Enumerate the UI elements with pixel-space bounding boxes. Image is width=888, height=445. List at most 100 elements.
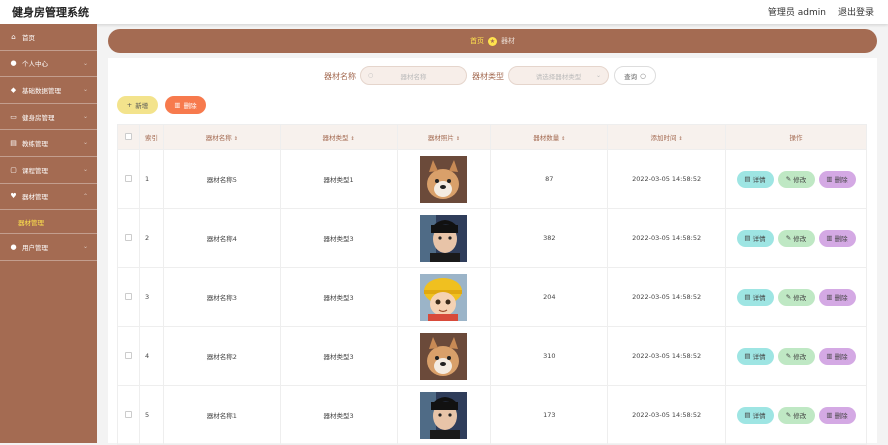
sort-icon: ⇕	[350, 136, 355, 142]
trash-icon: ▥	[174, 101, 181, 109]
pencil-icon: ✎	[785, 411, 792, 419]
search-icon: ○	[640, 71, 646, 80]
equipment-type-placeholder: 请选择器材类型	[535, 72, 582, 81]
row-delete-button[interactable]: ▥ 删除	[818, 229, 856, 247]
sidebar-item-users[interactable]: ● 用户管理 ⌄	[0, 234, 97, 261]
app-title: 健身房管理系统	[12, 6, 89, 19]
col-photo[interactable]: 器材照片 ⇕	[396, 124, 492, 150]
table-row: 2 器材名称4 器材类型3 382 2022-03-05 14:58:52 ▤ 详…	[117, 208, 867, 268]
row-name: 器材名称5	[162, 149, 281, 209]
logout-link[interactable]: 退出登录	[838, 5, 874, 18]
table-row: 5 器材名称1 器材类型3 173 2022-03-05 14:58:52 ▤ 详…	[117, 385, 867, 445]
search-icon: ○	[368, 72, 374, 79]
edit-button[interactable]: ✎ 修改	[777, 406, 815, 424]
sidebar-item-equipment[interactable]: ♥ 器材管理 ⌃	[0, 184, 97, 211]
equipment-name-input[interactable]: ○ 器材名称	[360, 66, 467, 85]
table-header-row: 索引 器材名称 ⇕ 器材类型 ⇕ 器材照片 ⇕ 器材数量 ⇕ 添加时间 ⇕ 操作	[117, 124, 867, 150]
detail-button-label: 详情	[752, 176, 766, 184]
detail-button[interactable]: ▤ 详情	[736, 170, 774, 188]
chevron-down-icon: ⌄	[82, 86, 88, 94]
query-button-label: 查询	[624, 72, 638, 81]
edit-button[interactable]: ✎ 修改	[777, 288, 815, 306]
delete-button[interactable]: ▥ 删除	[165, 96, 206, 114]
add-button[interactable]: + 新增	[117, 96, 158, 114]
row-delete-button-label: 删除	[834, 176, 848, 184]
detail-button[interactable]: ▤ 详情	[736, 406, 774, 424]
trash-icon: ▥	[826, 411, 833, 419]
detail-button-label: 详情	[752, 294, 766, 302]
row-index: 3	[138, 267, 164, 327]
top-bar: 健身房管理系统 管理员 admin 退出登录	[0, 0, 888, 24]
row-name: 器材名称3	[162, 267, 281, 327]
row-delete-button[interactable]: ▥ 删除	[818, 288, 856, 306]
col-type[interactable]: 器材类型 ⇕	[279, 124, 398, 150]
row-type: 器材类型3	[279, 267, 398, 327]
equipment-photo	[420, 391, 468, 439]
row-time: 2022-03-05 14:58:52	[607, 149, 726, 209]
detail-button[interactable]: ▤ 详情	[736, 229, 774, 247]
document-icon: ▤	[744, 175, 751, 183]
row-delete-button[interactable]: ▥ 删除	[818, 347, 856, 365]
row-actions: ▤ 详情 ✎ 修改 ▥ 删除	[725, 208, 867, 268]
edit-button[interactable]: ✎ 修改	[777, 170, 815, 188]
row-index: 5	[138, 385, 164, 445]
select-all-cell	[117, 124, 140, 150]
equipment-photo	[420, 273, 468, 321]
equipment-name-placeholder: 器材名称	[400, 72, 427, 81]
plus-icon: +	[126, 101, 133, 109]
sidebar-item-home[interactable]: ⌂ 首页	[0, 24, 97, 51]
sort-icon: ⇕	[561, 136, 566, 142]
row-time: 2022-03-05 14:58:52	[607, 385, 726, 445]
row-delete-button-label: 删除	[834, 294, 848, 302]
sidebar-item-gym[interactable]: ▭ 健身房管理 ⌄	[0, 104, 97, 131]
query-button[interactable]: 查询 ○	[614, 66, 656, 85]
col-count[interactable]: 器材数量 ⇕	[490, 124, 609, 150]
table-row: 3 器材名称3 器材类型3 204 2022-03-05 14:58:52 ▤ 详…	[117, 267, 867, 327]
sort-icon: ⇕	[455, 136, 461, 142]
detail-button[interactable]: ▤ 详情	[736, 288, 774, 306]
edit-button[interactable]: ✎ 修改	[777, 229, 815, 247]
row-actions: ▤ 详情 ✎ 修改 ▥ 删除	[725, 385, 867, 445]
col-name[interactable]: 器材名称 ⇕	[162, 124, 281, 150]
equipment-photo	[420, 155, 468, 203]
chevron-down-icon: ⌄	[82, 59, 88, 67]
row-checkbox[interactable]	[124, 351, 132, 359]
col-count-label: 器材数量	[533, 134, 560, 142]
sidebar-subitem-equipment[interactable]: 器材管理	[0, 210, 97, 235]
chevron-up-icon: ⌃	[82, 192, 88, 200]
row-select-cell	[117, 149, 140, 209]
select-all-checkbox[interactable]	[124, 132, 132, 140]
row-checkbox[interactable]	[124, 410, 132, 418]
sidebar-item-coach[interactable]: ▤ 教练管理 ⌄	[0, 130, 97, 157]
detail-button[interactable]: ▤ 详情	[736, 347, 774, 365]
breadcrumb-home[interactable]: 首页	[470, 36, 484, 46]
row-delete-button-label: 删除	[834, 235, 848, 243]
edit-button[interactable]: ✎ 修改	[777, 347, 815, 365]
row-checkbox[interactable]	[124, 292, 132, 300]
row-count: 87	[490, 149, 609, 209]
sidebar-item-course[interactable]: ▢ 课程管理 ⌄	[0, 157, 97, 184]
add-button-label: 新增	[135, 102, 149, 110]
row-checkbox[interactable]	[124, 174, 132, 182]
row-delete-button-label: 删除	[834, 412, 848, 420]
col-name-label: 器材名称	[205, 134, 232, 142]
row-delete-button[interactable]: ▥ 删除	[818, 170, 856, 188]
row-time: 2022-03-05 14:58:52	[607, 208, 726, 268]
sidebar-item-label: 基础数据管理	[22, 86, 61, 95]
row-checkbox[interactable]	[124, 233, 132, 241]
equipment-photo	[420, 332, 468, 380]
edit-button-label: 修改	[793, 353, 807, 361]
col-time[interactable]: 添加时间 ⇕	[607, 124, 726, 150]
col-photo-label: 器材照片	[427, 134, 454, 142]
row-delete-button[interactable]: ▥ 删除	[818, 406, 856, 424]
row-actions: ▤ 详情 ✎ 修改 ▥ 删除	[725, 149, 867, 209]
edit-button-label: 修改	[793, 176, 807, 184]
sidebar-item-label: 个人中心	[22, 60, 48, 69]
chevron-down-icon: ⌄	[82, 165, 88, 173]
equipment-type-select[interactable]: 请选择器材类型 ⌄	[508, 66, 609, 85]
sidebar-item-profile[interactable]: ● 个人中心 ⌄	[0, 51, 97, 78]
equipment-icon: ♥	[10, 192, 17, 201]
sidebar-item-label: 健身房管理	[22, 113, 55, 122]
sidebar-item-basic-data[interactable]: ◆ 基础数据管理 ⌄	[0, 77, 97, 104]
trash-icon: ▥	[826, 234, 833, 242]
